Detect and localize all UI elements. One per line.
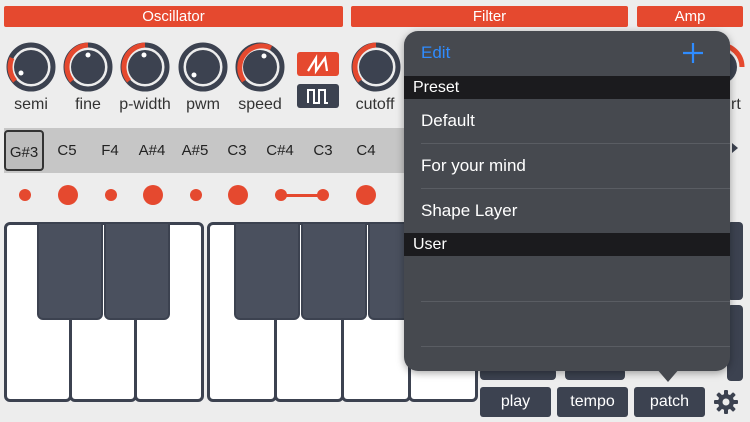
speed-knob[interactable] bbox=[235, 42, 285, 92]
note-step[interactable]: C#4 bbox=[261, 128, 299, 173]
preset-item-default[interactable]: Default bbox=[421, 99, 730, 143]
patch-button[interactable]: patch bbox=[634, 387, 705, 417]
square-wave-button[interactable] bbox=[297, 84, 339, 108]
step-dot[interactable] bbox=[105, 189, 117, 201]
preset-item-for-your-mind[interactable]: For your mind bbox=[421, 144, 730, 188]
fine-knob[interactable] bbox=[63, 42, 113, 92]
play-button[interactable]: play bbox=[480, 387, 551, 417]
cutoff-label: cutoff bbox=[355, 96, 395, 113]
semi-knob[interactable] bbox=[6, 42, 56, 92]
note-step[interactable]: C3 bbox=[304, 128, 342, 173]
black-key[interactable] bbox=[104, 222, 170, 320]
speed-label: speed bbox=[238, 96, 282, 113]
gear-icon[interactable] bbox=[713, 389, 739, 415]
note-step[interactable]: C4 bbox=[347, 128, 385, 173]
tempo-button[interactable]: tempo bbox=[557, 387, 628, 417]
user-item-empty[interactable] bbox=[421, 257, 730, 301]
note-step[interactable]: A#4 bbox=[133, 128, 171, 173]
step-dot[interactable] bbox=[317, 189, 329, 201]
preset-section-header: Preset bbox=[404, 76, 730, 99]
note-step[interactable]: A#5 bbox=[176, 128, 214, 173]
step-dot[interactable] bbox=[58, 185, 78, 205]
cutoff-knob[interactable] bbox=[351, 42, 401, 92]
edit-button[interactable]: Edit bbox=[421, 43, 450, 63]
amp-knob-label: rt bbox=[731, 96, 741, 113]
black-key[interactable] bbox=[234, 222, 300, 320]
user-section-header: User bbox=[404, 233, 730, 256]
p-width-knob[interactable] bbox=[120, 42, 170, 92]
pwm-knob[interactable] bbox=[178, 42, 228, 92]
filter-section-header: Filter bbox=[351, 6, 628, 27]
amp-section-header: Amp bbox=[637, 6, 743, 27]
step-dot[interactable] bbox=[143, 185, 163, 205]
note-step[interactable]: F4 bbox=[91, 128, 129, 173]
note-step-selected[interactable]: G#3 bbox=[4, 130, 44, 171]
black-key[interactable] bbox=[301, 222, 367, 320]
plus-icon[interactable] bbox=[680, 37, 706, 67]
oscillator-section-header: Oscillator bbox=[4, 6, 343, 27]
note-step[interactable]: C3 bbox=[218, 128, 256, 173]
note-step[interactable]: C5 bbox=[48, 128, 86, 173]
black-key[interactable] bbox=[37, 222, 103, 320]
step-dot[interactable] bbox=[228, 185, 248, 205]
divider bbox=[421, 346, 730, 347]
popover-arrow bbox=[656, 368, 680, 382]
preset-item-shape-layer[interactable]: Shape Layer bbox=[421, 189, 730, 233]
arrow-right-icon[interactable] bbox=[732, 143, 738, 153]
square-wave-icon bbox=[307, 89, 328, 104]
saw-wave-icon bbox=[307, 54, 329, 75]
step-dot[interactable] bbox=[190, 189, 202, 201]
saw-wave-button[interactable] bbox=[297, 52, 339, 76]
popover-header: Edit bbox=[404, 31, 730, 75]
patch-popover: Edit Preset Default For your mind Shape … bbox=[404, 31, 730, 371]
user-item-empty[interactable] bbox=[421, 302, 730, 346]
step-dot[interactable] bbox=[19, 189, 31, 201]
tie-line bbox=[283, 194, 320, 197]
step-dot[interactable] bbox=[356, 185, 376, 205]
